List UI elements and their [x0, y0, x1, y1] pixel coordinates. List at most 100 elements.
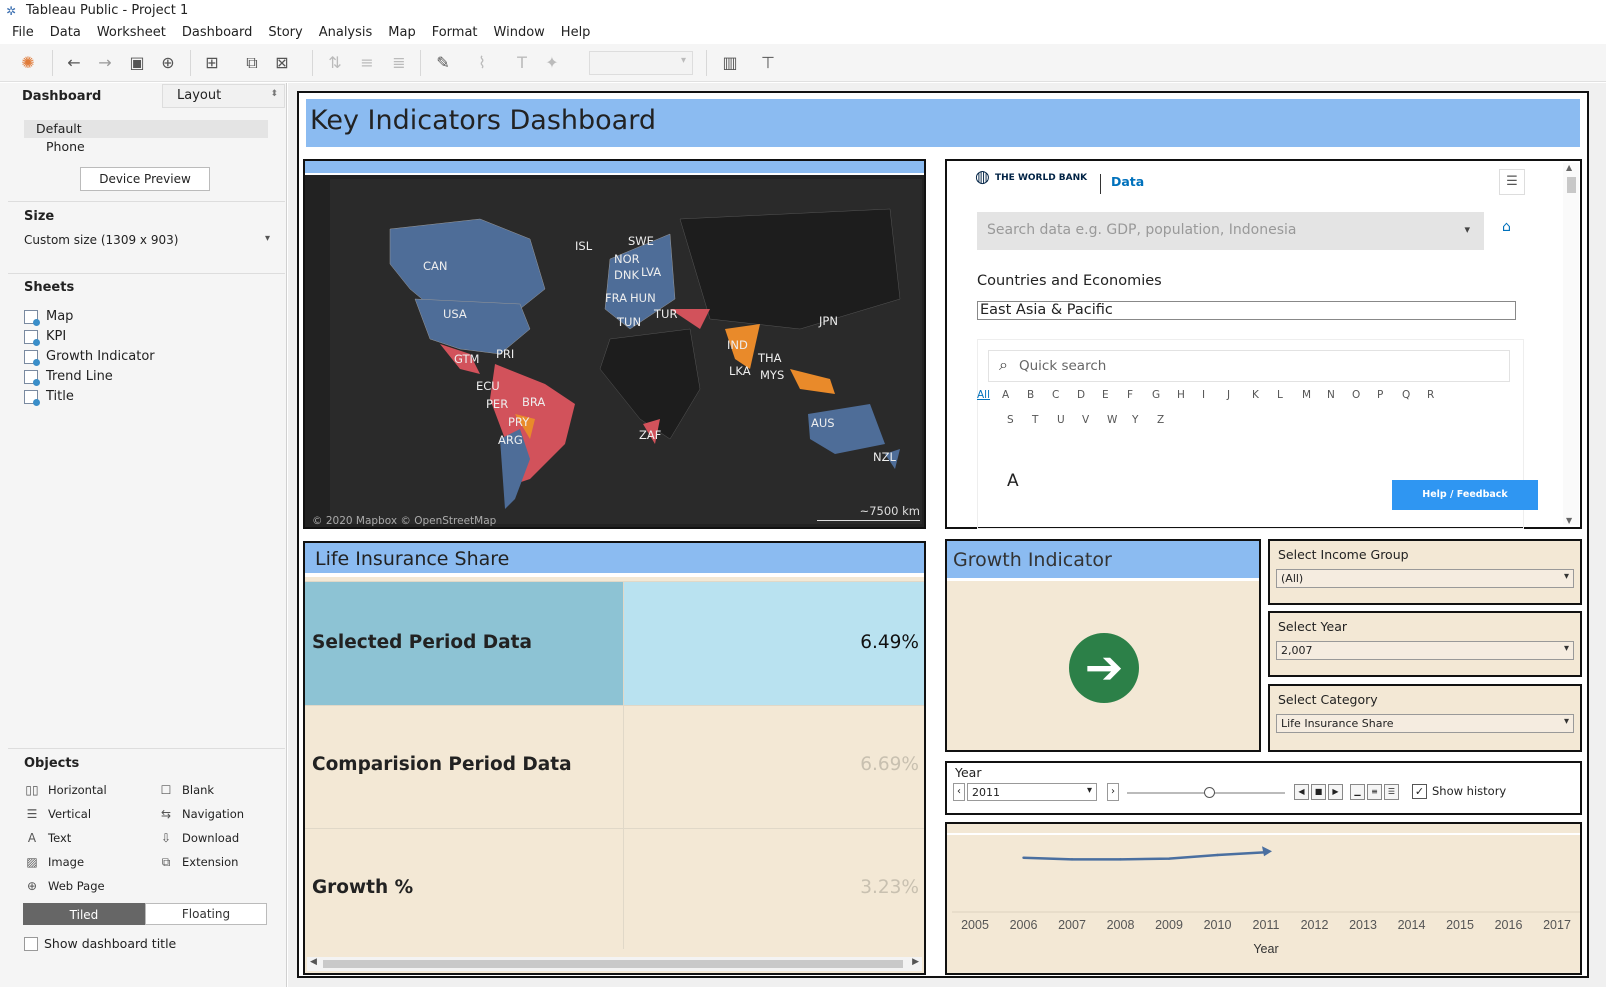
redo-icon[interactable]: →: [95, 53, 115, 73]
scroll-left-icon[interactable]: ◀: [310, 957, 317, 967]
world-map[interactable]: CAN USA GTM PRI ECU PER BRA PRY ARG ISL …: [330, 179, 922, 524]
stop-icon[interactable]: ■: [1311, 784, 1326, 800]
size-select[interactable]: Custom size (1309 x 903): [24, 233, 270, 247]
next-year-icon[interactable]: ›: [1107, 783, 1119, 801]
speed-fast-icon[interactable]: ☰: [1384, 784, 1399, 800]
arrow-right-icon[interactable]: ➔: [1069, 633, 1139, 703]
object-blank[interactable]: ☐ Blank: [158, 782, 214, 798]
web-page-scrollbar[interactable]: ▲ ▼: [1563, 163, 1579, 525]
play-forward-icon[interactable]: ▶: [1328, 784, 1343, 800]
object-download[interactable]: ⇩ Download: [158, 830, 239, 846]
letter-link[interactable]: Z: [1157, 414, 1182, 426]
group-icon[interactable]: ⌇: [472, 53, 492, 73]
kpi-row-comparison[interactable]: Comparision Period Data 6.69%: [305, 705, 924, 829]
kpi-horizontal-scrollbar[interactable]: ◀ ▶: [307, 957, 922, 971]
new-datasource-icon[interactable]: ⊕: [158, 53, 178, 73]
menu-map[interactable]: Map: [388, 22, 415, 44]
pin-icon[interactable]: ✦: [542, 53, 562, 73]
quick-search-input[interactable]: Quick search: [988, 350, 1510, 382]
object-vertical[interactable]: ☰ Vertical: [24, 806, 91, 822]
letter-link[interactable]: D: [1077, 389, 1102, 401]
letter-link[interactable]: N: [1327, 389, 1352, 401]
swap-icon[interactable]: ⇅: [325, 53, 345, 73]
scroll-thumb[interactable]: [323, 960, 903, 968]
home-icon[interactable]: ⌂: [1502, 219, 1511, 235]
save-icon[interactable]: ▣: [127, 53, 147, 73]
letter-link[interactable]: G: [1152, 389, 1177, 401]
object-horizontal[interactable]: ▯▯ Horizontal: [24, 782, 106, 798]
menu-format[interactable]: Format: [432, 22, 478, 44]
sheet-item-map[interactable]: Map: [24, 308, 73, 326]
sheet-item-title[interactable]: Title: [24, 388, 74, 406]
letter-link[interactable]: S: [1007, 414, 1032, 426]
tiled-toggle[interactable]: Tiled: [23, 903, 145, 925]
letter-link[interactable]: L: [1277, 389, 1302, 401]
kpi-row-growth[interactable]: Growth % 3.23%: [305, 828, 924, 949]
highlight-icon[interactable]: ✎: [433, 53, 453, 73]
speed-medium-icon[interactable]: ≡: [1367, 784, 1382, 800]
previous-year-icon[interactable]: ‹: [953, 783, 965, 801]
menu-story[interactable]: Story: [268, 22, 302, 44]
world-bank-logo[interactable]: THE WORLD BANK: [975, 172, 1087, 184]
letter-link[interactable]: F: [1127, 389, 1152, 401]
scroll-up-icon[interactable]: ▲: [1566, 163, 1572, 172]
speed-slow-icon[interactable]: ▁: [1350, 784, 1365, 800]
letter-link[interactable]: A: [1002, 389, 1027, 401]
device-preview-button[interactable]: Device Preview: [80, 167, 210, 191]
scroll-thumb[interactable]: [1567, 177, 1576, 193]
menu-dashboard[interactable]: Dashboard: [182, 22, 253, 44]
year-slider-handle[interactable]: [1204, 787, 1215, 798]
tab-layout[interactable]: Layout: [162, 84, 285, 108]
letter-link[interactable]: M: [1302, 389, 1327, 401]
device-default[interactable]: Default: [24, 120, 268, 138]
show-me-icon[interactable]: ▥: [720, 53, 740, 73]
letter-link[interactable]: U: [1057, 414, 1082, 426]
kpi-row-selected[interactable]: Selected Period Data 6.49%: [305, 581, 924, 705]
menu-window[interactable]: Window: [494, 22, 545, 44]
object-extension[interactable]: ⧉ Extension: [158, 854, 239, 870]
letter-link[interactable]: P: [1377, 389, 1402, 401]
letter-link[interactable]: Q: [1402, 389, 1427, 401]
scroll-right-icon[interactable]: ▶: [912, 957, 919, 967]
year-select[interactable]: 2,007: [1276, 641, 1574, 660]
letter-link[interactable]: Y: [1132, 414, 1157, 426]
menu-data[interactable]: Data: [50, 22, 81, 44]
object-navigation[interactable]: ⇆ Navigation: [158, 806, 244, 822]
object-web-page[interactable]: ⊕ Web Page: [24, 878, 105, 894]
letter-link[interactable]: E: [1102, 389, 1127, 401]
sheet-item-kpi[interactable]: KPI: [24, 328, 66, 346]
menu-file[interactable]: File: [12, 22, 34, 44]
menu-icon[interactable]: ☰: [1499, 169, 1525, 195]
undo-icon[interactable]: ←: [64, 53, 84, 73]
letter-link[interactable]: H: [1177, 389, 1202, 401]
fit-select[interactable]: [589, 51, 693, 75]
year-page-select[interactable]: 2011: [967, 783, 1097, 801]
letter-link[interactable]: All: [977, 389, 1002, 401]
labels-icon[interactable]: T: [512, 53, 532, 73]
data-link[interactable]: Data: [1100, 174, 1144, 194]
menu-analysis[interactable]: Analysis: [319, 22, 373, 44]
income-group-select[interactable]: (All): [1276, 569, 1574, 588]
sort-descending-icon[interactable]: ≣: [389, 53, 409, 73]
presentation-mode-icon[interactable]: ⊤: [758, 53, 778, 73]
new-worksheet-icon[interactable]: ⊞: [202, 53, 222, 73]
show-dashboard-title-checkbox[interactable]: Show dashboard title: [24, 936, 176, 952]
letter-link[interactable]: K: [1252, 389, 1277, 401]
letter-link[interactable]: J: [1227, 389, 1252, 401]
help-feedback-button[interactable]: Help / Feedback: [1392, 480, 1538, 510]
letter-link[interactable]: I: [1202, 389, 1227, 401]
play-backward-icon[interactable]: ◀: [1294, 784, 1309, 800]
letter-link[interactable]: W: [1107, 414, 1132, 426]
menu-worksheet[interactable]: Worksheet: [97, 22, 166, 44]
floating-toggle[interactable]: Floating: [145, 903, 267, 925]
letter-link[interactable]: T: [1032, 414, 1057, 426]
scroll-down-icon[interactable]: ▼: [1566, 516, 1572, 525]
category-select[interactable]: Life Insurance Share: [1276, 714, 1574, 733]
sort-ascending-icon[interactable]: ≡: [357, 53, 377, 73]
tableau-start-icon[interactable]: ✺: [18, 53, 38, 73]
object-text[interactable]: A Text: [24, 830, 71, 846]
device-phone[interactable]: Phone: [24, 138, 268, 156]
data-search-input[interactable]: Search data e.g. GDP, population, Indone…: [977, 212, 1484, 250]
letter-link[interactable]: V: [1082, 414, 1107, 426]
tab-dashboard[interactable]: Dashboard: [22, 89, 101, 104]
